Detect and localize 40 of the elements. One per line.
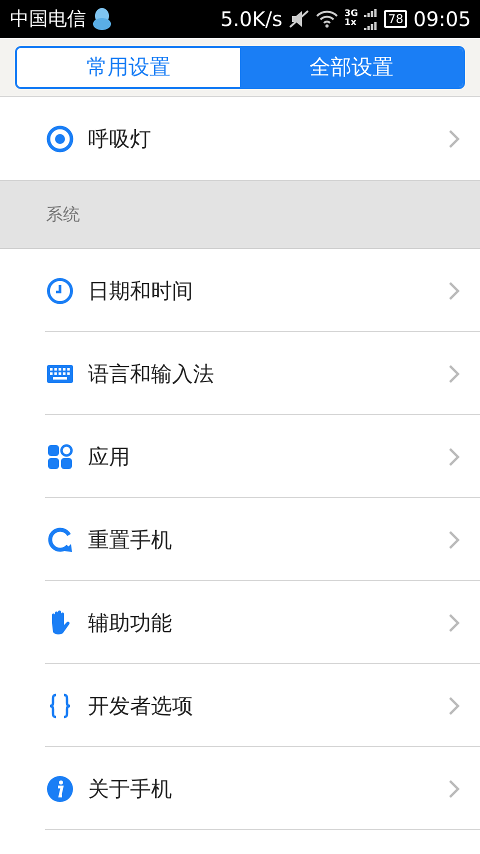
clock-icon <box>46 276 74 304</box>
apps-icon <box>46 442 74 470</box>
settings-item[interactable]: 辅助功能 <box>0 581 480 664</box>
item-label: 日期和时间 <box>88 278 194 304</box>
settings-item[interactable]: 开发者选项 <box>0 664 480 747</box>
section-title: 系统 <box>46 204 80 226</box>
chevron-icon <box>448 280 460 300</box>
item-label: 语言和输入法 <box>88 360 215 388</box>
signal-icon <box>364 6 378 32</box>
item-label: 呼吸灯 <box>88 126 152 152</box>
chevron-icon <box>448 446 460 466</box>
mute-icon <box>288 9 310 29</box>
item-label: 辅助功能 <box>88 610 173 636</box>
reset-icon <box>46 526 74 554</box>
settings-item[interactable]: 重置手机 <box>0 498 480 581</box>
battery-level: 78 <box>384 10 408 28</box>
network-type: 1x <box>344 19 358 28</box>
chevron-icon <box>448 128 460 148</box>
item-label: 应用 <box>88 444 131 470</box>
carrier-name: 中国电信 <box>10 7 86 32</box>
chevron-icon <box>448 696 460 716</box>
settings-item[interactable]: 语言和输入法 <box>0 332 480 415</box>
network-speed: 5.0K/s <box>220 7 282 31</box>
settings-item[interactable]: 应用 <box>0 415 480 498</box>
settings-item[interactable]: 日期和时间 <box>0 249 480 332</box>
info-icon <box>46 774 74 802</box>
item-label: 关于手机 <box>88 776 173 802</box>
item-label: 重置手机 <box>88 526 173 554</box>
settings-tab[interactable]: 全部设置 <box>240 48 463 86</box>
indicator-light-icon <box>46 124 74 152</box>
wifi-icon <box>316 10 338 28</box>
settings-item[interactable]: 关于手机 <box>0 747 480 830</box>
chevron-icon <box>448 364 460 384</box>
chevron-icon <box>448 778 460 798</box>
chevron-icon <box>448 612 460 632</box>
item-label: 开发者选项 <box>88 692 194 720</box>
clock-time: 09:05 <box>413 7 471 31</box>
settings-tab[interactable]: 常用设置 <box>17 48 240 86</box>
chevron-icon <box>448 530 460 550</box>
network-type: 3G <box>344 10 358 19</box>
